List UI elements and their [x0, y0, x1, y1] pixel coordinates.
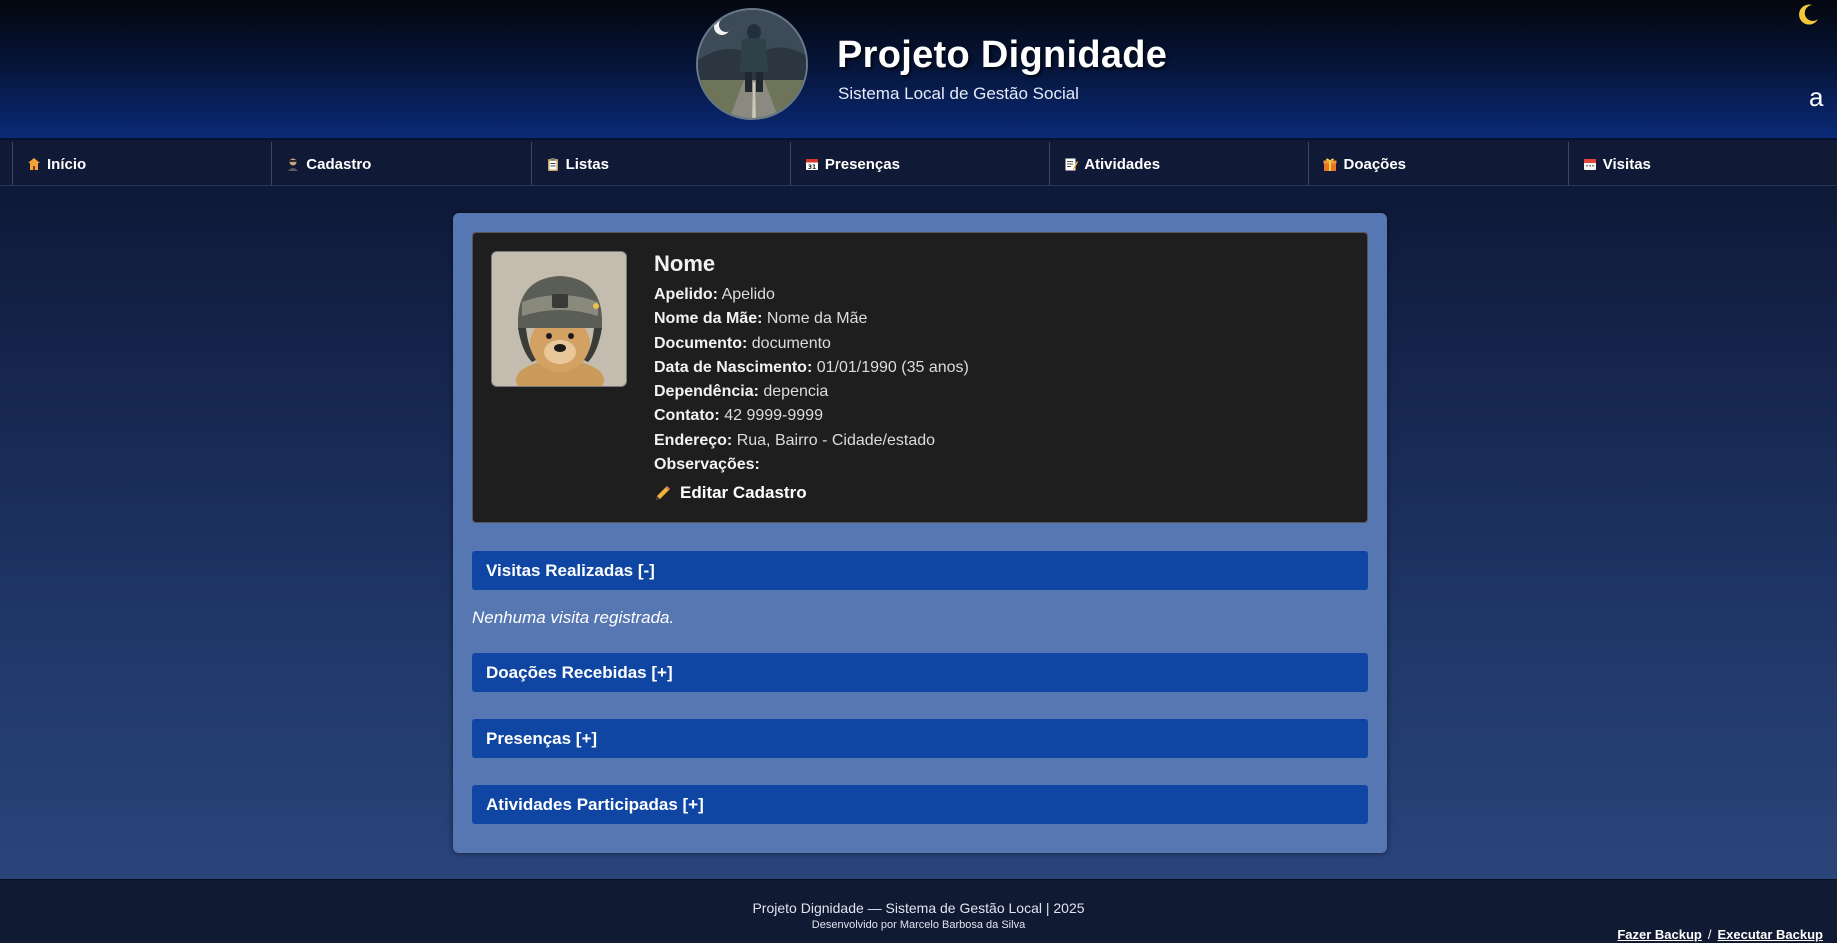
- field-observacoes: Observações:: [654, 453, 969, 477]
- nav-item-atividades[interactable]: Atividades: [1049, 142, 1308, 186]
- profile-photo: [491, 251, 627, 387]
- field-value: Rua, Bairro - Cidade/estado: [736, 431, 936, 449]
- pencil-icon: [656, 486, 670, 501]
- field-apelido: Apelido: Apelido: [654, 283, 969, 307]
- profile-card: Nome Apelido: Apelido Nome da Mãe: Nome …: [472, 232, 1368, 523]
- field-value: 42 9999-9999: [724, 407, 823, 425]
- field-label: Nome da Mãe:: [654, 310, 763, 328]
- nav-item-doacoes[interactable]: Doações: [1308, 142, 1567, 186]
- field-label: Endereço:: [654, 431, 733, 449]
- nav-item-inicio[interactable]: Início: [12, 142, 271, 186]
- nav-item-label: Doações: [1343, 155, 1407, 173]
- section-atividades-toggle[interactable]: Atividades Participadas [+]: [472, 785, 1368, 824]
- site-header: Projeto Dignidade Sistema Local de Gestã…: [0, 0, 1837, 140]
- edit-profile-button[interactable]: Editar Cadastro: [654, 483, 969, 503]
- site-footer: Projeto Dignidade — Sistema de Gestão Lo…: [0, 879, 1837, 943]
- nav-item-label: Visitas: [1602, 155, 1651, 173]
- field-label: Apelido:: [654, 286, 718, 303]
- footer-backup-links: Fazer Backup / Executar Backup: [1617, 927, 1823, 942]
- nav-item-label: Listas: [565, 155, 609, 173]
- nav-item-label: Presenças: [824, 155, 900, 173]
- field-endereco: Endereço: Rua, Bairro - Cidade/estado: [654, 429, 969, 453]
- nav-item-label: Início: [47, 155, 87, 173]
- memo-icon: [1065, 158, 1079, 171]
- nav-item-label: Cadastro: [306, 155, 372, 173]
- visitas-empty-message: Nenhuma visita registrada.: [472, 608, 675, 627]
- page-subtitle: Sistema Local de Gestão Social: [838, 84, 1079, 103]
- field-nome-mae: Nome da Mãe: Nome da Mãe: [654, 307, 969, 331]
- field-value: documento: [751, 334, 831, 352]
- field-value: depencia: [763, 383, 829, 401]
- calendar-tearoff-icon: [1583, 159, 1596, 170]
- section-doacoes-toggle[interactable]: Doações Recebidas [+]: [472, 653, 1368, 692]
- section-visitas-toggle[interactable]: Visitas Realizadas [-]: [472, 551, 1368, 590]
- backup-link[interactable]: Fazer Backup: [1617, 927, 1702, 942]
- link-separator: /: [1707, 927, 1712, 942]
- edit-profile-label: Editar Cadastro: [680, 483, 807, 503]
- nav-item-listas[interactable]: Listas: [530, 142, 790, 186]
- field-contato: Contato: 42 9999-9999: [654, 404, 969, 428]
- field-dependencia: Dependência: depencia: [654, 380, 969, 404]
- moon-icon[interactable]: [1797, 2, 1821, 32]
- main-nav: Início Cadastro Listas 31 Presenças Ativ…: [0, 142, 1837, 186]
- gift-icon: [1323, 158, 1337, 171]
- person-icon: [288, 158, 299, 171]
- field-label: Dependência:: [654, 383, 759, 401]
- profile-container: Nome Apelido: Apelido Nome da Mãe: Nome …: [453, 213, 1387, 853]
- nav-item-presencas[interactable]: 31 Presenças: [789, 142, 1049, 186]
- home-icon: [28, 158, 40, 170]
- field-data-nascimento: Data de Nascimento: 01/01/1990 (35 anos): [654, 356, 969, 380]
- logo: [696, 8, 808, 120]
- nav-item-visitas[interactable]: Visitas: [1567, 142, 1827, 186]
- field-label: Contato:: [654, 407, 720, 425]
- field-value: 01/01/1990 (35 anos): [816, 358, 969, 376]
- footer-copyright: Projeto Dignidade — Sistema de Gestão Lo…: [752, 900, 1085, 916]
- corner-letter: a: [1809, 82, 1824, 112]
- svg-text:31: 31: [808, 164, 816, 171]
- field-label: Observações:: [654, 456, 760, 474]
- section-presencas-toggle[interactable]: Presenças [+]: [472, 719, 1368, 758]
- field-label: Data de Nascimento:: [654, 358, 813, 376]
- nav-item-label: Atividades: [1084, 155, 1161, 173]
- calendar-icon: 31: [805, 159, 818, 171]
- field-documento: Documento: documento: [654, 332, 969, 356]
- clipboard-icon: [547, 158, 558, 171]
- field-value: Nome da Mãe: [766, 310, 868, 328]
- field-label: Documento:: [654, 334, 748, 352]
- footer-credits: Desenvolvido por Marcelo Barbosa da Silv…: [811, 919, 1026, 931]
- nav-item-cadastro[interactable]: Cadastro: [271, 142, 530, 186]
- profile-name: Nome: [654, 251, 716, 276]
- field-value: Apelido: [721, 286, 775, 303]
- page-title: Projeto Dignidade: [837, 34, 1168, 76]
- profile-info: Nome Apelido: Apelido Nome da Mãe: Nome …: [654, 251, 969, 503]
- run-backup-link[interactable]: Executar Backup: [1718, 927, 1824, 942]
